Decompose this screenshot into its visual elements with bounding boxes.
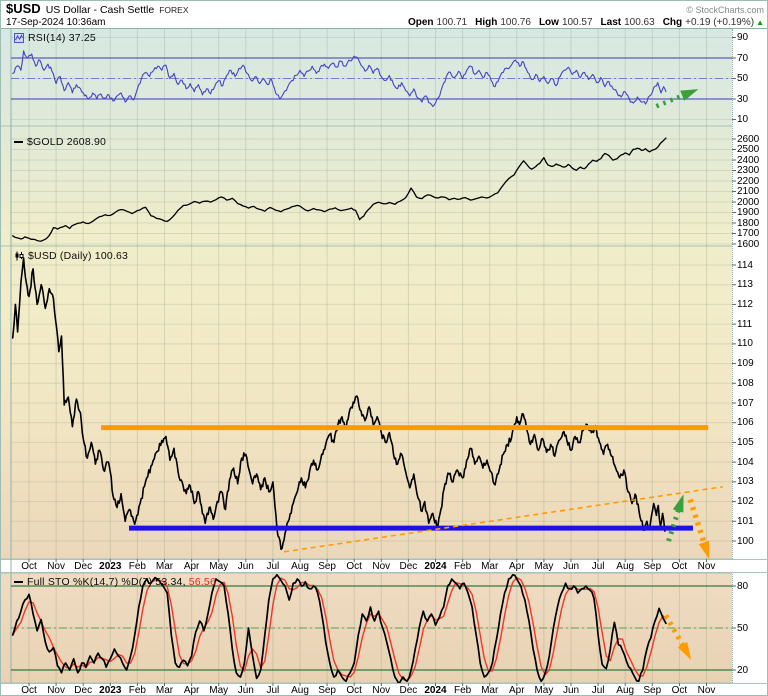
y-tick-label: 106 [737, 417, 768, 428]
y-tick-label: 105 [737, 437, 768, 448]
y-tick-label: 2500 [737, 144, 768, 155]
y-tick-label: 2200 [737, 176, 768, 187]
y-tick-label: 111 [737, 319, 768, 330]
y-tick-label: 10 [737, 114, 768, 125]
y-tick-label: 70 [737, 53, 768, 64]
chart-surface[interactable]: OctNovDec2023FebMarAprMayJunJulAugSepOct… [1, 29, 768, 696]
y-tick-label: 30 [737, 94, 768, 105]
quote-label: Last [601, 17, 622, 28]
y-tick-label: 110 [737, 338, 768, 349]
y-tick-label: 103 [737, 476, 768, 487]
y-tick-label: 108 [737, 378, 768, 389]
gold-legend-dash-icon [14, 141, 23, 143]
quote-value: 100.57 [562, 17, 593, 28]
breakdown-arrow [690, 500, 704, 545]
y-tick-label: 50 [737, 73, 768, 84]
quote-label: Open [408, 17, 434, 28]
y-tick-label: 109 [737, 358, 768, 369]
symbol-name: US Dollar - Cash Settle [46, 4, 155, 16]
y-tick-label: 104 [737, 457, 768, 468]
copyright: © StockCharts.com [686, 4, 764, 16]
rsi-label: RSI(14) 37.25 [14, 32, 96, 44]
y-tick-label: 20 [737, 665, 768, 676]
quote-value: 100.76 [500, 17, 531, 28]
change-label: Chg [663, 17, 682, 28]
quote-label: Low [539, 17, 559, 28]
y-tick-label: 113 [737, 279, 768, 290]
bounce-arrow [669, 509, 679, 541]
y-tick-label: 1600 [737, 239, 768, 250]
rising-trendline [284, 487, 723, 552]
gold-label-text: $GOLD 2608.90 [27, 136, 106, 148]
y-tick-label: 1800 [737, 218, 768, 229]
y-tick-label: 102 [737, 496, 768, 507]
y-tick-label: 101 [737, 516, 768, 527]
usd-label: $USD (Daily) 100.63 [14, 250, 128, 262]
rsi-label-text: RSI(14) 37.25 [28, 32, 96, 44]
chart-header: $USD US Dollar - Cash Settle FOREX © Sto… [1, 1, 768, 29]
change-up-icon: ▲ [756, 18, 764, 27]
chart-datetime: 17-Sep-2024 10:36am [6, 16, 106, 29]
quote-value: 100.63 [624, 17, 655, 28]
sto-legend-dash-icon [14, 581, 23, 583]
candlestick-icon [14, 251, 24, 261]
y-tick-label: 90 [737, 32, 768, 43]
y-tick-label: 2000 [737, 197, 768, 208]
y-tick-label: 2100 [737, 186, 768, 197]
sto-label-text: Full STO %K(14,7) %D(7) 53.34, [27, 576, 186, 588]
chart-canvas [1, 29, 768, 696]
rsi-indicator-icon [14, 33, 24, 43]
y-tick-label: 100 [737, 536, 768, 547]
stockcharts-window: $USD US Dollar - Cash Settle FOREX © Sto… [0, 0, 768, 696]
y-tick-label: 112 [737, 299, 768, 310]
y-tick-label: 114 [737, 260, 768, 271]
sto-d-value: 56.56 [189, 576, 216, 588]
rsi-bounce-arrow [656, 95, 684, 106]
quote-strip: Open100.71 High100.76 Low100.57 Last100.63 C… [400, 16, 764, 29]
y-tick-label: 50 [737, 623, 768, 634]
exchange: FOREX [159, 4, 188, 16]
quote-value: 100.71 [437, 17, 468, 28]
sto-down-arrow [666, 615, 684, 647]
y-tick-label: 2400 [737, 155, 768, 166]
symbol: $USD [6, 3, 41, 15]
y-tick-label: 80 [737, 581, 768, 592]
y-tick-label: 2600 [737, 134, 768, 145]
y-tick-label: 2300 [737, 165, 768, 176]
quote-label: High [475, 17, 497, 28]
change-value: +0.19 (+0.19%) [685, 17, 754, 28]
gold-label: $GOLD 2608.90 [14, 136, 106, 148]
usd-label-text: $USD (Daily) 100.63 [28, 250, 128, 262]
sto-label: Full STO %K(14,7) %D(7) 53.34, 56.56 [14, 576, 216, 588]
y-tick-label: 1700 [737, 228, 768, 239]
y-tick-label: 1900 [737, 207, 768, 218]
y-tick-label: 107 [737, 398, 768, 409]
